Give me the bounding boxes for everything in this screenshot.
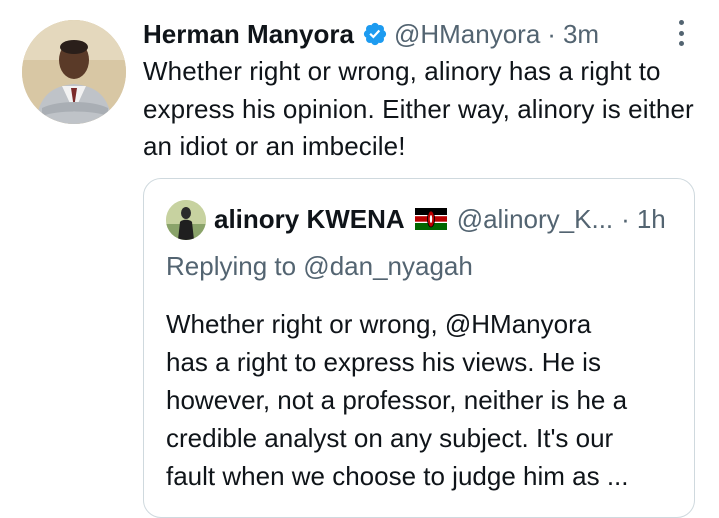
kenya-flag-icon (414, 208, 447, 230)
quoted-author-name: alinory KWENA (214, 204, 405, 234)
quoted-tweet-timestamp: 1h (636, 204, 666, 234)
separator-dot: · (547, 19, 556, 49)
quoted-text-line: has a right to express his views. He is (166, 347, 601, 377)
author-name[interactable]: Herman Manyora (143, 14, 354, 54)
quoted-text-line: however, not a professor, neither is he … (166, 385, 628, 415)
quoted-text-line: credible analyst on any subject. It's ou… (166, 423, 614, 453)
author-handle[interactable]: @HManyora (394, 14, 540, 54)
tweet-text: Whether right or wrong, alinory has a ri… (143, 56, 694, 161)
quoted-separator-dot: · (621, 204, 630, 234)
replying-to-label: Replying to @dan_nyagah (166, 251, 473, 281)
tweet-timestamp[interactable]: 3m (563, 14, 599, 54)
verified-badge-icon (363, 22, 387, 46)
quoted-author-photo (166, 200, 206, 240)
quoted-author-handle: @alinory_K... (456, 204, 614, 234)
author-photo (22, 20, 126, 124)
quoted-text-line: fault when we choose to judge him as ... (166, 461, 629, 491)
more-options-icon[interactable] (671, 18, 691, 48)
quoted-text-line: Whether right or wrong, @HManyora (166, 309, 592, 339)
quoted-tweet-text: Whether right or wrong, @HManyora has a … (166, 305, 686, 495)
quoted-tweet-header: alinory KWENA @alinory_K... · 1h (214, 199, 666, 239)
quoted-author-avatar (166, 200, 206, 240)
author-avatar[interactable] (22, 20, 126, 124)
tweet-header: Herman Manyora @HManyora · 3m (143, 14, 599, 54)
